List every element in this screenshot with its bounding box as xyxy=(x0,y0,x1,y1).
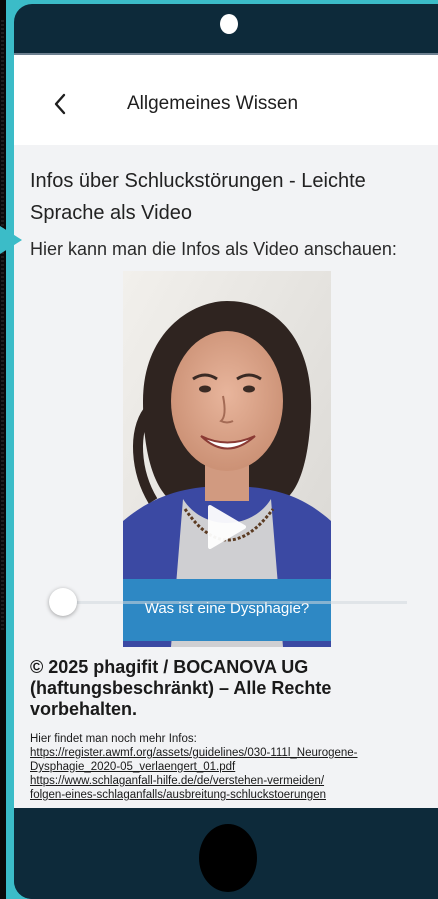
play-button[interactable] xyxy=(204,501,248,553)
camera-icon xyxy=(220,14,238,34)
section-title: Infos über Schluckstörungen - Leichte Sp… xyxy=(30,170,366,224)
side-arrow-icon xyxy=(0,226,22,254)
link-schlaganfall-cont[interactable]: folgen-eines-schlaganfalls/ausbreitung-s… xyxy=(30,788,430,802)
back-button[interactable] xyxy=(48,91,72,117)
link-awmf[interactable]: https://register.awmf.org/assets/guideli… xyxy=(30,746,430,760)
link-awmf-cont[interactable]: Dysphagie_2020-05_verlaengert_01.pdf xyxy=(30,760,430,774)
play-icon xyxy=(208,505,246,549)
phone-frame: Allgemeines Wissen Infos über Schluckstö… xyxy=(14,4,438,899)
left-edge-strip xyxy=(0,0,6,899)
more-info-section: Hier findet man noch mehr Infos: https:/… xyxy=(30,732,430,802)
screen-top-divider xyxy=(14,53,438,55)
page-title: Allgemeines Wissen xyxy=(127,93,299,114)
app-screen: Allgemeines Wissen Infos über Schluckstö… xyxy=(14,55,438,808)
app-header: Allgemeines Wissen xyxy=(14,55,438,145)
home-button[interactable] xyxy=(199,824,257,892)
chevron-left-icon xyxy=(54,93,66,115)
more-info-label: Hier findet man noch mehr Infos: xyxy=(30,733,197,745)
copyright-text: © 2025 phagifit / BOCANOVA UG (haftungsb… xyxy=(30,657,332,719)
link-schlaganfall[interactable]: https://www.schlaganfall-hilfe.de/de/ver… xyxy=(30,774,430,788)
intro-text: Hier kann man die Infos als Video anscha… xyxy=(30,239,397,259)
video-progress-knob[interactable] xyxy=(49,588,77,616)
video-progress-track[interactable] xyxy=(52,601,407,604)
